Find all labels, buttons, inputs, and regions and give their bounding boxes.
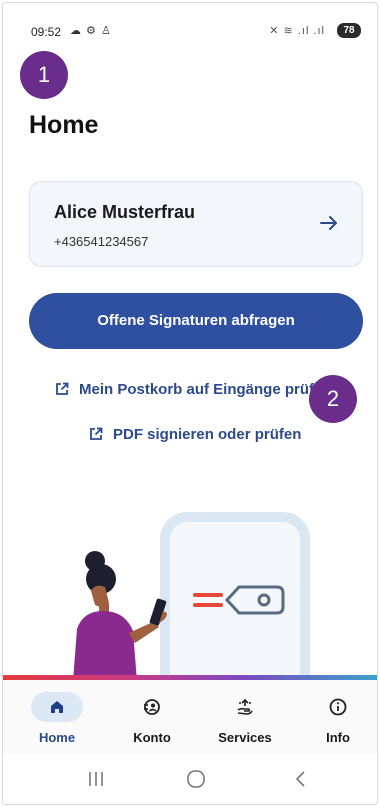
- nav-item-services[interactable]: Services: [200, 692, 290, 745]
- annotation-badge-2: 2: [309, 375, 357, 423]
- notification-icons: ☁ ⚙ ♙: [70, 25, 112, 37]
- arrow-right-icon: [320, 216, 337, 230]
- system-home-icon[interactable]: [181, 768, 211, 790]
- status-time: 09:52: [31, 25, 62, 39]
- phone-key-illustration: [73, 512, 310, 681]
- battery-icon: 78: [337, 23, 361, 38]
- account-icon: [144, 699, 160, 715]
- nav-item-info[interactable]: Info: [293, 692, 377, 745]
- status-bar: 09:52 ☁ ⚙ ♙ ✕ ≋ .ıl .ıl 78: [3, 3, 377, 39]
- nav-label-services: Services: [218, 730, 272, 745]
- nav-item-home[interactable]: Home: [12, 692, 102, 745]
- info-icon: [329, 698, 347, 716]
- page-title: Home: [29, 111, 99, 139]
- account-name: Alice Musterfrau: [54, 202, 196, 222]
- recent-apps-icon[interactable]: [81, 768, 111, 790]
- mailbox-link[interactable]: Mein Postkorb auf Eingänge prüfen: [55, 381, 332, 403]
- nav-label-info: Info: [326, 730, 350, 745]
- pdf-sign-link[interactable]: PDF signieren oder prüfen: [89, 426, 301, 448]
- bottom-navigation: Home Konto Services Info: [3, 680, 377, 756]
- services-icon: [237, 698, 253, 715]
- back-icon[interactable]: [286, 768, 316, 790]
- annotation-badge-1: 1: [20, 51, 68, 99]
- nav-item-konto[interactable]: Konto: [107, 692, 197, 745]
- system-navigation-bar: [3, 754, 377, 804]
- nav-label-konto: Konto: [133, 730, 171, 745]
- query-signatures-button[interactable]: Offene Signaturen abfragen: [29, 293, 363, 349]
- app-screen: 09:52 ☁ ⚙ ♙ ✕ ≋ .ıl .ıl 78 1 Home Alice …: [2, 2, 378, 805]
- account-phone: +436541234567: [54, 234, 149, 249]
- account-card[interactable]: Alice Musterfrau +436541234567: [29, 181, 363, 267]
- nav-label-home: Home: [38, 730, 76, 745]
- external-link-icon: [56, 382, 69, 395]
- signal-icons: ✕ ≋ .ıl .ıl: [269, 25, 325, 37]
- pdf-sign-link-label: PDF signieren oder prüfen: [113, 426, 302, 443]
- home-icon: [51, 701, 63, 713]
- external-link-icon: [90, 427, 103, 440]
- mailbox-link-label: Mein Postkorb auf Eingänge prüfen: [79, 381, 332, 398]
